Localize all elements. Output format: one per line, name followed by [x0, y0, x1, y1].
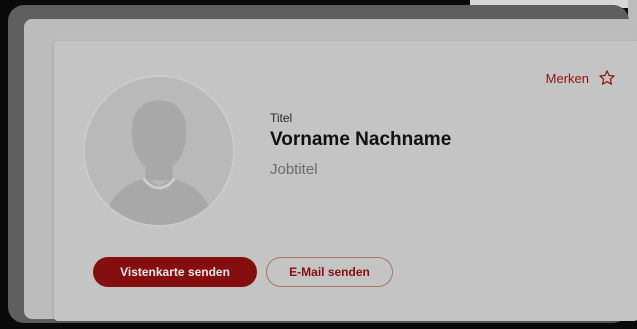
job-title: Jobtitel	[270, 161, 318, 178]
screen: Merken Titel Vorname Nachname Jobtitel V…	[24, 19, 637, 321]
bookmark-label: Merken	[545, 70, 589, 86]
device-frame: Merken Titel Vorname Nachname Jobtitel V…	[8, 5, 637, 323]
bookmark-button[interactable]: Merken	[546, 69, 616, 87]
star-outline-icon	[599, 70, 615, 85]
user-placeholder-icon	[85, 77, 233, 225]
contact-card: Merken Titel Vorname Nachname Jobtitel V…	[54, 41, 637, 321]
salutation: Titel	[270, 111, 293, 125]
full-name: Vorname Nachname	[270, 129, 452, 150]
avatar	[83, 75, 235, 227]
send-vcard-button[interactable]: Vistenkarte senden	[93, 257, 257, 287]
send-email-button[interactable]: E-Mail senden	[266, 257, 393, 287]
profile-info: Titel Vorname Nachname Jobtitel	[270, 111, 451, 178]
